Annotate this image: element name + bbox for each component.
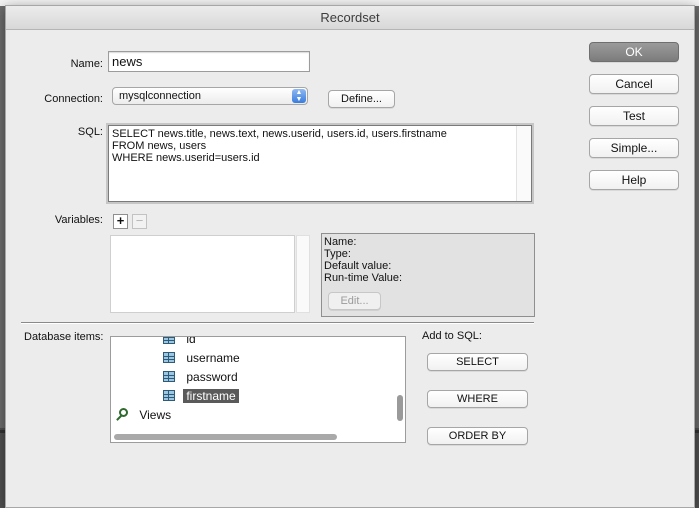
column-icon <box>163 352 175 363</box>
tree-item-firstname[interactable]: firstname <box>163 388 239 404</box>
sql-line: FROM news, users <box>112 140 207 152</box>
sql-line: SELECT news.title, news.text, news.useri… <box>112 128 447 140</box>
column-icon <box>163 337 175 344</box>
sql-textarea[interactable]: SELECT news.title, news.text, news.useri… <box>108 125 532 202</box>
add-variable-button[interactable]: + <box>113 214 128 229</box>
tree-item-label: firstname <box>183 389 239 403</box>
tree-item-id[interactable]: id <box>163 336 196 347</box>
connection-label: Connection: <box>44 93 103 105</box>
tree-item-password[interactable]: password <box>163 369 238 385</box>
simple-button[interactable]: Simple... <box>589 138 679 158</box>
add-select-button[interactable]: SELECT <box>427 353 528 371</box>
tree-item-label: Views <box>139 408 172 422</box>
search-icon <box>116 408 130 421</box>
database-items-label: Database items: <box>24 331 104 343</box>
column-icon <box>163 390 175 401</box>
recordset-dialog: Recordset Name: news Connection: mysqlco… <box>5 5 695 508</box>
tree-horizontal-scrollbar[interactable] <box>114 434 337 440</box>
variables-scrollbar[interactable] <box>296 235 310 313</box>
connection-select[interactable]: mysqlconnection ▲ ▼ <box>112 87 308 105</box>
variable-info-panel: Name: Type: Default value: Run-time Valu… <box>321 233 535 317</box>
variable-name-label: Name: <box>324 236 357 248</box>
ok-button[interactable]: OK <box>589 42 679 62</box>
variable-runtime-label: Run-time Value: <box>324 272 403 284</box>
add-order-by-button[interactable]: ORDER BY <box>427 427 528 445</box>
column-icon <box>163 371 175 382</box>
add-where-button[interactable]: WHERE <box>427 390 528 408</box>
cancel-button[interactable]: Cancel <box>589 74 679 94</box>
tree-vertical-scrollbar[interactable] <box>397 395 403 421</box>
database-tree[interactable]: id username password firstname Views <box>110 336 406 443</box>
test-button[interactable]: Test <box>589 106 679 126</box>
connection-select-value: mysqlconnection <box>119 90 201 102</box>
tree-item-label: password <box>186 370 238 384</box>
define-button[interactable]: Define... <box>328 90 395 108</box>
sql-label: SQL: <box>77 126 103 138</box>
variables-label: Variables: <box>54 214 103 226</box>
remove-variable-button[interactable]: − <box>132 214 147 229</box>
chevron-updown-icon: ▲ ▼ <box>292 89 306 103</box>
dialog-title: Recordset <box>6 6 694 30</box>
sql-scrollbar[interactable] <box>516 126 531 201</box>
tree-item-views[interactable]: Views <box>116 407 171 423</box>
edit-variable-button[interactable]: Edit... <box>328 292 381 310</box>
variable-type-label: Type: <box>324 248 351 260</box>
variables-list[interactable] <box>110 235 295 313</box>
name-label: Name: <box>70 58 103 70</box>
help-button[interactable]: Help <box>589 170 679 190</box>
tree-item-username[interactable]: username <box>163 350 240 366</box>
section-divider <box>21 322 534 324</box>
variable-default-label: Default value: <box>324 260 392 272</box>
sql-line: WHERE news.userid=users.id <box>112 152 260 164</box>
tree-item-label: username <box>186 351 240 365</box>
tree-item-label: id <box>186 336 196 346</box>
name-input[interactable]: news <box>108 51 310 72</box>
add-to-sql-label: Add to SQL: <box>422 330 482 342</box>
